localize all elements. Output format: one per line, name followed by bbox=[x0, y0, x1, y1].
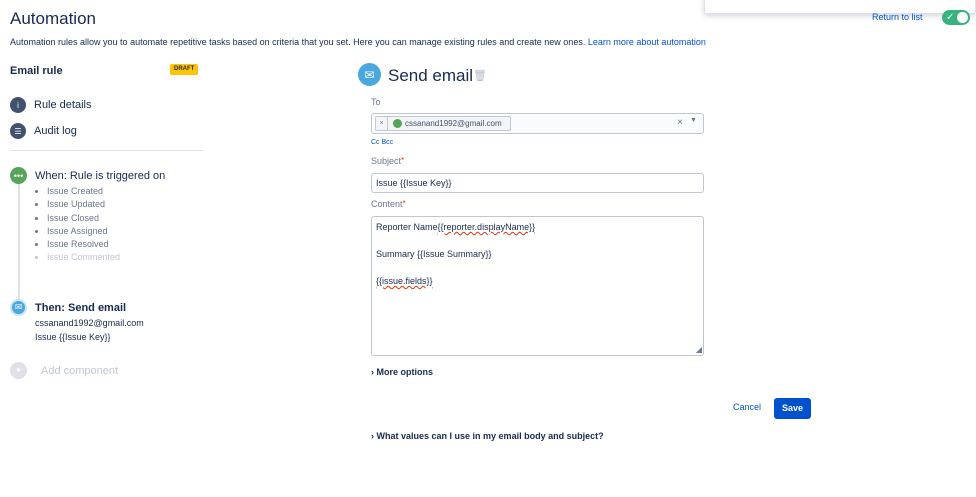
list-item: Issue Commented bbox=[47, 251, 120, 264]
description-text: Automation rules allow you to automate r… bbox=[10, 37, 588, 47]
content-line: {{issue.fields}} bbox=[376, 276, 433, 286]
action-email: cssanand1992@gmail.com bbox=[35, 318, 144, 328]
content-line: Summary {{Issue Summary}} bbox=[376, 249, 492, 259]
sidebar-item-audit-log[interactable]: ☰ Audit log bbox=[10, 123, 77, 139]
trigger-title[interactable]: When: Rule is triggered on bbox=[35, 170, 165, 182]
content-label: Content* bbox=[371, 199, 406, 209]
add-icon[interactable]: ✦ bbox=[10, 362, 27, 379]
resize-handle-icon[interactable]: ◢ bbox=[696, 345, 702, 354]
list-item: Issue Assigned bbox=[47, 225, 120, 238]
list-item: Issue Updated bbox=[47, 198, 120, 211]
more-options-toggle[interactable]: › More options bbox=[371, 367, 433, 377]
chevron-right-icon: › bbox=[371, 431, 374, 441]
page-title: Automation bbox=[10, 9, 96, 28]
status-badge: DRAFT bbox=[170, 64, 199, 75]
toggle-knob bbox=[957, 12, 968, 23]
learn-more-link[interactable]: Learn more about automation bbox=[588, 37, 706, 47]
close-icon[interactable]: × bbox=[376, 117, 388, 130]
content-line: Reporter Name{{reporter.displayName}} bbox=[376, 221, 699, 235]
cancel-button[interactable]: Cancel bbox=[733, 402, 761, 412]
email-icon: ✉ bbox=[358, 63, 381, 86]
content-textarea[interactable]: Reporter Name{{reporter.displayName}} Su… bbox=[371, 216, 704, 356]
sidebar-item-label: Audit log bbox=[34, 125, 77, 137]
trigger-list: Issue Created Issue Updated Issue Closed… bbox=[37, 185, 120, 265]
chevron-down-icon[interactable]: ▼ bbox=[690, 117, 697, 124]
to-label: To bbox=[371, 97, 381, 107]
subject-label: Subject* bbox=[371, 156, 404, 166]
add-component-button[interactable]: Add component bbox=[41, 365, 118, 377]
page-description: Automation rules allow you to automate r… bbox=[10, 37, 706, 47]
sidebar-item-rule-details[interactable]: i Rule details bbox=[10, 97, 91, 113]
content-variable: {{reporter.displayName}} bbox=[437, 222, 536, 232]
avatar bbox=[393, 119, 402, 128]
flow-connector bbox=[18, 175, 20, 305]
help-toggle[interactable]: › What values can I use in my email body… bbox=[371, 431, 604, 441]
to-field[interactable]: × cssanand1992@gmail.com × ▼ bbox=[371, 113, 704, 134]
email-icon[interactable]: ✉ bbox=[10, 299, 27, 316]
sidebar-item-label: Rule details bbox=[34, 99, 92, 111]
action-subject: Issue {{Issue Key}} bbox=[35, 332, 111, 342]
chevron-right-icon: › bbox=[371, 367, 374, 377]
form-title: Send email bbox=[388, 66, 474, 85]
list-item: Issue Created bbox=[47, 185, 120, 198]
trigger-more-icon[interactable]: ••• bbox=[10, 167, 27, 184]
rule-enabled-toggle[interactable]: ✓ bbox=[942, 10, 970, 25]
trash-icon[interactable]: 🗑 bbox=[473, 69, 487, 82]
rule-name: Email rule bbox=[10, 65, 63, 77]
help-label: What values can I use in my email body a… bbox=[376, 431, 604, 441]
content-text: Reporter Name bbox=[376, 222, 438, 232]
popup-card bbox=[704, 0, 976, 14]
list-icon: ☰ bbox=[10, 123, 26, 139]
cc-bcc-link[interactable]: Cc Bcc bbox=[371, 139, 393, 146]
list-item: Issue Closed bbox=[47, 212, 120, 225]
required-mark: * bbox=[401, 156, 405, 165]
clear-icon[interactable]: × bbox=[677, 117, 683, 128]
subject-label-text: Subject bbox=[371, 156, 402, 166]
save-button[interactable]: Save bbox=[774, 398, 811, 419]
content-label-text: Content bbox=[371, 199, 403, 209]
check-icon: ✓ bbox=[946, 12, 955, 23]
content-line bbox=[376, 262, 699, 276]
sidebar-divider bbox=[10, 150, 203, 151]
more-options-label: More options bbox=[376, 367, 434, 377]
required-mark: * bbox=[402, 199, 406, 208]
list-item: Issue Resolved bbox=[47, 238, 120, 251]
recipient-chip: × cssanand1992@gmail.com bbox=[375, 116, 511, 131]
content-line bbox=[376, 235, 699, 249]
subject-input[interactable]: Issue {{Issue Key}} bbox=[371, 173, 704, 193]
return-to-list-link[interactable]: Return to list bbox=[872, 12, 923, 22]
recipient-email: cssanand1992@gmail.com bbox=[405, 119, 502, 128]
action-title[interactable]: Then: Send email bbox=[35, 302, 126, 314]
info-icon: i bbox=[10, 97, 26, 113]
